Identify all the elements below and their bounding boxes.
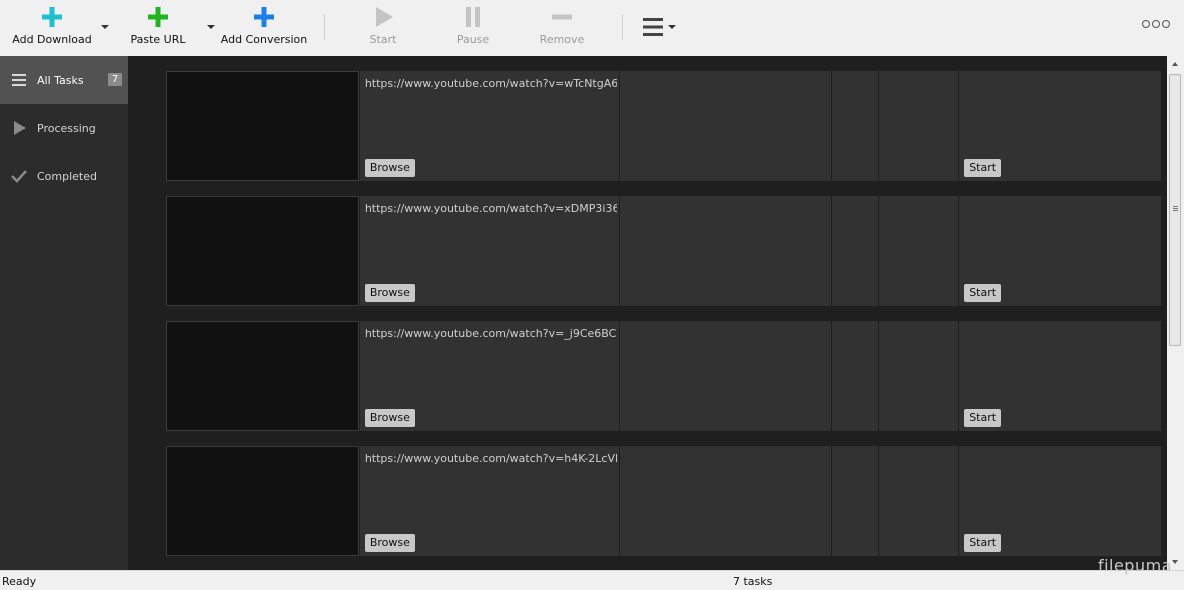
add-download-label: Add Download <box>12 33 92 46</box>
more-options-button[interactable] <box>1142 20 1170 28</box>
dot-icon <box>1162 20 1170 28</box>
task-info-cell <box>879 446 959 556</box>
watermark: filepuma <box>1097 556 1172 575</box>
sidebar: All Tasks 7 Processing Completed <box>0 56 128 570</box>
task-info-cell <box>832 446 879 556</box>
task-start-button[interactable]: Start <box>964 534 1002 552</box>
task-thumbnail <box>166 321 359 431</box>
browse-button[interactable]: Browse <box>364 409 415 427</box>
task-action-cell: Start <box>959 321 1161 431</box>
paste-url-button[interactable]: Paste URL <box>128 0 188 56</box>
add-conversion-button[interactable]: Add Conversion <box>220 0 308 56</box>
task-start-button[interactable]: Start <box>964 159 1002 177</box>
browse-button[interactable]: Browse <box>364 284 415 302</box>
paste-url-label: Paste URL <box>130 33 186 46</box>
main-menu-button[interactable] <box>640 0 680 56</box>
scrollbar-thumb[interactable] <box>1169 74 1181 346</box>
task-thumbnail <box>166 196 359 306</box>
toolbar-separator <box>622 14 623 40</box>
add-download-dropdown[interactable] <box>100 22 110 32</box>
task-info-cell <box>619 321 832 431</box>
task-count-status: 7 tasks <box>733 575 773 588</box>
status-text: Ready <box>2 575 37 588</box>
minus-icon <box>551 0 573 34</box>
sidebar-item-label: Completed <box>37 169 97 183</box>
pause-icon <box>462 0 484 34</box>
task-url-cell: https://www.youtube.com/watch?v=_j9Ce6BC… <box>359 321 619 431</box>
task-url-cell: https://www.youtube.com/watch?v=wTcNtgA6… <box>359 71 619 181</box>
task-thumbnail <box>166 71 359 181</box>
plus-icon <box>253 0 275 34</box>
checkmark-icon <box>0 169 37 183</box>
status-bar: Ready 7 tasks <box>0 570 1184 590</box>
task-count-badge: 7 <box>108 73 122 86</box>
task-info-cell <box>619 71 832 181</box>
start-button[interactable]: Start <box>363 0 403 56</box>
task-row[interactable]: https://www.youtube.com/watch?v=wTcNtgA6… <box>166 71 1161 181</box>
task-info-cell <box>619 196 832 306</box>
task-info-cell <box>879 71 959 181</box>
task-url: https://www.youtube.com/watch?v=xDMP3i36… <box>364 202 617 215</box>
plus-icon <box>147 0 169 34</box>
task-url: https://www.youtube.com/watch?v=h4K-2LcV… <box>364 452 617 465</box>
list-icon <box>0 73 37 87</box>
pause-label: Pause <box>456 33 490 46</box>
toolbar-separator <box>324 14 325 40</box>
add-download-button[interactable]: Add Download <box>12 0 92 56</box>
task-thumbnail <box>166 446 359 556</box>
plus-icon <box>41 0 63 34</box>
sidebar-item-all-tasks[interactable]: All Tasks 7 <box>0 56 128 104</box>
sidebar-item-label: Processing <box>37 121 96 135</box>
task-url: https://www.youtube.com/watch?v=wTcNtgA6… <box>364 77 617 90</box>
task-info-cell <box>879 321 959 431</box>
scroll-up-arrow-icon[interactable] <box>1172 62 1178 66</box>
vertical-scrollbar[interactable] <box>1167 56 1184 570</box>
task-url: https://www.youtube.com/watch?v=_j9Ce6BC… <box>364 327 617 340</box>
task-start-button[interactable]: Start <box>964 409 1002 427</box>
paste-url-dropdown[interactable] <box>206 22 216 32</box>
grip-icon <box>1173 206 1178 212</box>
dot-icon <box>1152 20 1160 28</box>
sidebar-item-completed[interactable]: Completed <box>0 152 128 200</box>
task-info-cell <box>619 446 832 556</box>
task-info-cell <box>832 196 879 306</box>
task-info-cell <box>832 71 879 181</box>
play-icon <box>372 0 394 34</box>
browse-button[interactable]: Browse <box>364 159 415 177</box>
remove-button[interactable]: Remove <box>538 0 586 56</box>
sidebar-item-label: All Tasks <box>37 73 84 87</box>
sidebar-item-processing[interactable]: Processing <box>0 104 128 152</box>
browse-button[interactable]: Browse <box>364 534 415 552</box>
task-row[interactable]: https://www.youtube.com/watch?v=xDMP3i36… <box>166 196 1161 306</box>
pause-button[interactable]: Pause <box>453 0 493 56</box>
task-info-cell <box>832 321 879 431</box>
task-action-cell: Start <box>959 446 1161 556</box>
toolbar: Add Download Paste URL Add Conversion St… <box>0 0 1184 56</box>
task-info-cell <box>879 196 959 306</box>
dot-icon <box>1142 20 1150 28</box>
task-start-button[interactable]: Start <box>964 284 1002 302</box>
task-url-cell: https://www.youtube.com/watch?v=h4K-2LcV… <box>359 446 619 556</box>
task-action-cell: Start <box>959 71 1161 181</box>
task-url-cell: https://www.youtube.com/watch?v=xDMP3i36… <box>359 196 619 306</box>
remove-label: Remove <box>539 33 585 46</box>
start-label: Start <box>369 33 397 46</box>
hamburger-menu-icon <box>641 0 679 54</box>
play-icon <box>0 121 37 135</box>
task-row[interactable]: https://www.youtube.com/watch?v=_j9Ce6BC… <box>166 321 1161 431</box>
add-conversion-label: Add Conversion <box>220 33 308 46</box>
scroll-down-arrow-icon[interactable] <box>1172 560 1178 564</box>
task-action-cell: Start <box>959 196 1161 306</box>
task-list: https://www.youtube.com/watch?v=wTcNtgA6… <box>128 56 1167 570</box>
task-row[interactable]: https://www.youtube.com/watch?v=h4K-2LcV… <box>166 446 1161 556</box>
